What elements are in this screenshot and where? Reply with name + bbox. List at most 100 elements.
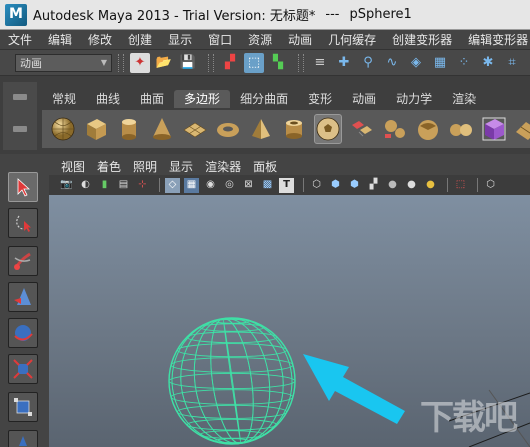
select-handles-icon[interactable]: ✚ xyxy=(334,53,354,73)
isolate-icon[interactable]: ⬢ xyxy=(328,178,343,193)
select-by-component-icon[interactable]: ▚ xyxy=(268,53,288,73)
filter-icon[interactable]: ≡ xyxy=(310,53,330,73)
select-curves-icon[interactable]: ∿ xyxy=(382,53,402,73)
open-scene-icon[interactable]: 📂 xyxy=(154,53,174,73)
panel-menu-panels[interactable]: 面板 xyxy=(247,158,283,175)
menu-edit-deformers[interactable]: 编辑变形器 xyxy=(460,31,530,48)
tab-surfaces[interactable]: 曲面 xyxy=(130,90,174,108)
menu-edit[interactable]: 编辑 xyxy=(40,31,80,48)
sphere-latitude-line xyxy=(170,389,294,405)
camera-attributes-icon[interactable]: ◐ xyxy=(78,178,93,193)
select-rendering-icon[interactable]: ✱ xyxy=(478,53,498,73)
menu-window[interactable]: 窗口 xyxy=(200,31,240,48)
tool-box xyxy=(0,160,42,447)
save-scene-icon[interactable]: 💾 xyxy=(178,53,198,73)
tab-polygons[interactable]: 多边形 xyxy=(174,90,231,108)
separate-icon[interactable] xyxy=(382,114,408,144)
select-joints-icon[interactable]: ⚲ xyxy=(358,53,378,73)
boolean-icon[interactable] xyxy=(481,114,507,144)
menu-modify[interactable]: 修改 xyxy=(80,31,120,48)
toolbar-separator xyxy=(477,178,478,192)
select-deformations-icon[interactable]: ▦ xyxy=(430,53,450,73)
universal-manipulator-button[interactable] xyxy=(8,392,38,422)
grid-toggle-icon[interactable]: ⊹ xyxy=(135,178,150,193)
pointer-arrow-icon xyxy=(303,354,405,424)
combine-icon[interactable] xyxy=(349,114,375,144)
lasso-tool-button[interactable] xyxy=(8,208,38,238)
panel-menu-view[interactable]: 视图 xyxy=(55,158,91,175)
wireframe-icon[interactable]: ◇ xyxy=(165,177,180,193)
shadows-icon[interactable]: ▩ xyxy=(260,178,275,193)
soft-modify-tool-button[interactable] xyxy=(8,430,38,447)
poly-torus-icon[interactable] xyxy=(215,114,241,144)
toolbar-separator xyxy=(118,53,124,72)
rotate-sphere-icon xyxy=(14,325,33,341)
tab-general[interactable]: 常规 xyxy=(42,90,86,108)
use-all-lights-icon[interactable]: ⊠ xyxy=(241,178,256,193)
bookmark-icon[interactable]: ▮ xyxy=(97,178,112,193)
poly-soccer-ball-icon[interactable] xyxy=(314,114,342,144)
new-scene-icon[interactable]: ✦ xyxy=(130,52,150,73)
shelf-icon-row xyxy=(42,110,530,148)
menu-set-dropdown[interactable]: 动画 ▼ xyxy=(15,53,112,72)
menu-set-value: 动画 xyxy=(20,56,42,70)
panel-menu-renderer[interactable]: 渲染器 xyxy=(199,158,247,175)
select-dynamics-icon[interactable]: ⁘ xyxy=(454,53,474,73)
camera-icon[interactable]: 📷 xyxy=(59,178,74,193)
menu-create[interactable]: 创建 xyxy=(120,31,160,48)
poly-cone-icon[interactable] xyxy=(149,114,175,144)
select-by-object-icon[interactable]: ⬚ xyxy=(244,52,264,73)
paint-select-tool-button[interactable] xyxy=(8,246,38,276)
wireframe-on-shaded-icon[interactable]: ◉ xyxy=(203,178,218,193)
display-cube-icon[interactable]: ⬡ xyxy=(483,178,498,193)
scale-tool-button[interactable] xyxy=(8,354,38,384)
menu-assets[interactable]: 资源 xyxy=(240,31,280,48)
tab-animation[interactable]: 动画 xyxy=(342,90,386,108)
title-separator: --- xyxy=(325,7,340,22)
gold-ball-icon[interactable]: ● xyxy=(423,178,438,193)
menu-file[interactable]: 文件 xyxy=(0,31,40,48)
smooth-icon[interactable] xyxy=(448,114,474,144)
poly-cube-icon[interactable] xyxy=(83,114,109,144)
average-icon[interactable] xyxy=(514,114,530,144)
select-surfaces-icon[interactable]: ◈ xyxy=(406,53,426,73)
tab-subdivs[interactable]: 细分曲面 xyxy=(230,90,298,108)
poly-sphere-icon[interactable] xyxy=(50,114,76,144)
shelf-menu-handle[interactable] xyxy=(3,82,37,150)
light-ball-icon[interactable]: ● xyxy=(404,178,419,193)
menu-animate[interactable]: 动画 xyxy=(280,31,320,48)
panel-menu-show[interactable]: 显示 xyxy=(163,158,199,175)
light-gray-ball-icon[interactable]: ● xyxy=(385,178,400,193)
image-plane-icon[interactable]: ▤ xyxy=(116,178,131,193)
backface-icon[interactable]: ⬢ xyxy=(347,178,362,193)
move-tool-button[interactable] xyxy=(8,282,38,312)
poly-plane-icon[interactable] xyxy=(182,114,208,144)
textured-icon[interactable]: ◎ xyxy=(222,178,237,193)
tab-curves[interactable]: 曲线 xyxy=(86,90,130,108)
toolbar-separator xyxy=(159,178,160,192)
title-bar: Autodesk Maya 2013 - Trial Version: 无标题*… xyxy=(0,0,530,30)
poly-cylinder-icon[interactable] xyxy=(116,114,142,144)
panel-menu-shading[interactable]: 着色 xyxy=(91,158,127,175)
text-icon[interactable]: T xyxy=(279,177,294,193)
tab-dynamics[interactable]: 动力学 xyxy=(386,90,442,108)
lasso-icon xyxy=(16,215,31,232)
checker-icon[interactable]: ▞ xyxy=(366,178,381,193)
menu-create-deformers[interactable]: 创建变形器 xyxy=(384,31,460,48)
panel-menu-lighting[interactable]: 照明 xyxy=(127,158,163,175)
menu-geometry-cache[interactable]: 几何缓存 xyxy=(320,31,384,48)
move-cone-icon xyxy=(14,288,31,305)
hud-select-icon[interactable]: ⬚ xyxy=(453,178,468,193)
select-by-hierarchy-icon[interactable]: ▞ xyxy=(220,53,240,73)
rotate-tool-button[interactable] xyxy=(8,318,38,348)
smooth-shade-icon[interactable]: ▦ xyxy=(184,177,199,193)
menu-display[interactable]: 显示 xyxy=(160,31,200,48)
tab-rendering[interactable]: 渲染 xyxy=(442,90,486,108)
tab-deformation[interactable]: 变形 xyxy=(298,90,342,108)
select-misc-icon[interactable]: ⌗ xyxy=(502,53,522,73)
select-tool-button[interactable] xyxy=(8,172,38,202)
extract-icon[interactable] xyxy=(415,114,441,144)
poly-pyramid-icon[interactable] xyxy=(248,114,274,144)
xray-icon[interactable]: ⬡ xyxy=(309,178,324,193)
poly-pipe-icon[interactable] xyxy=(281,114,307,144)
